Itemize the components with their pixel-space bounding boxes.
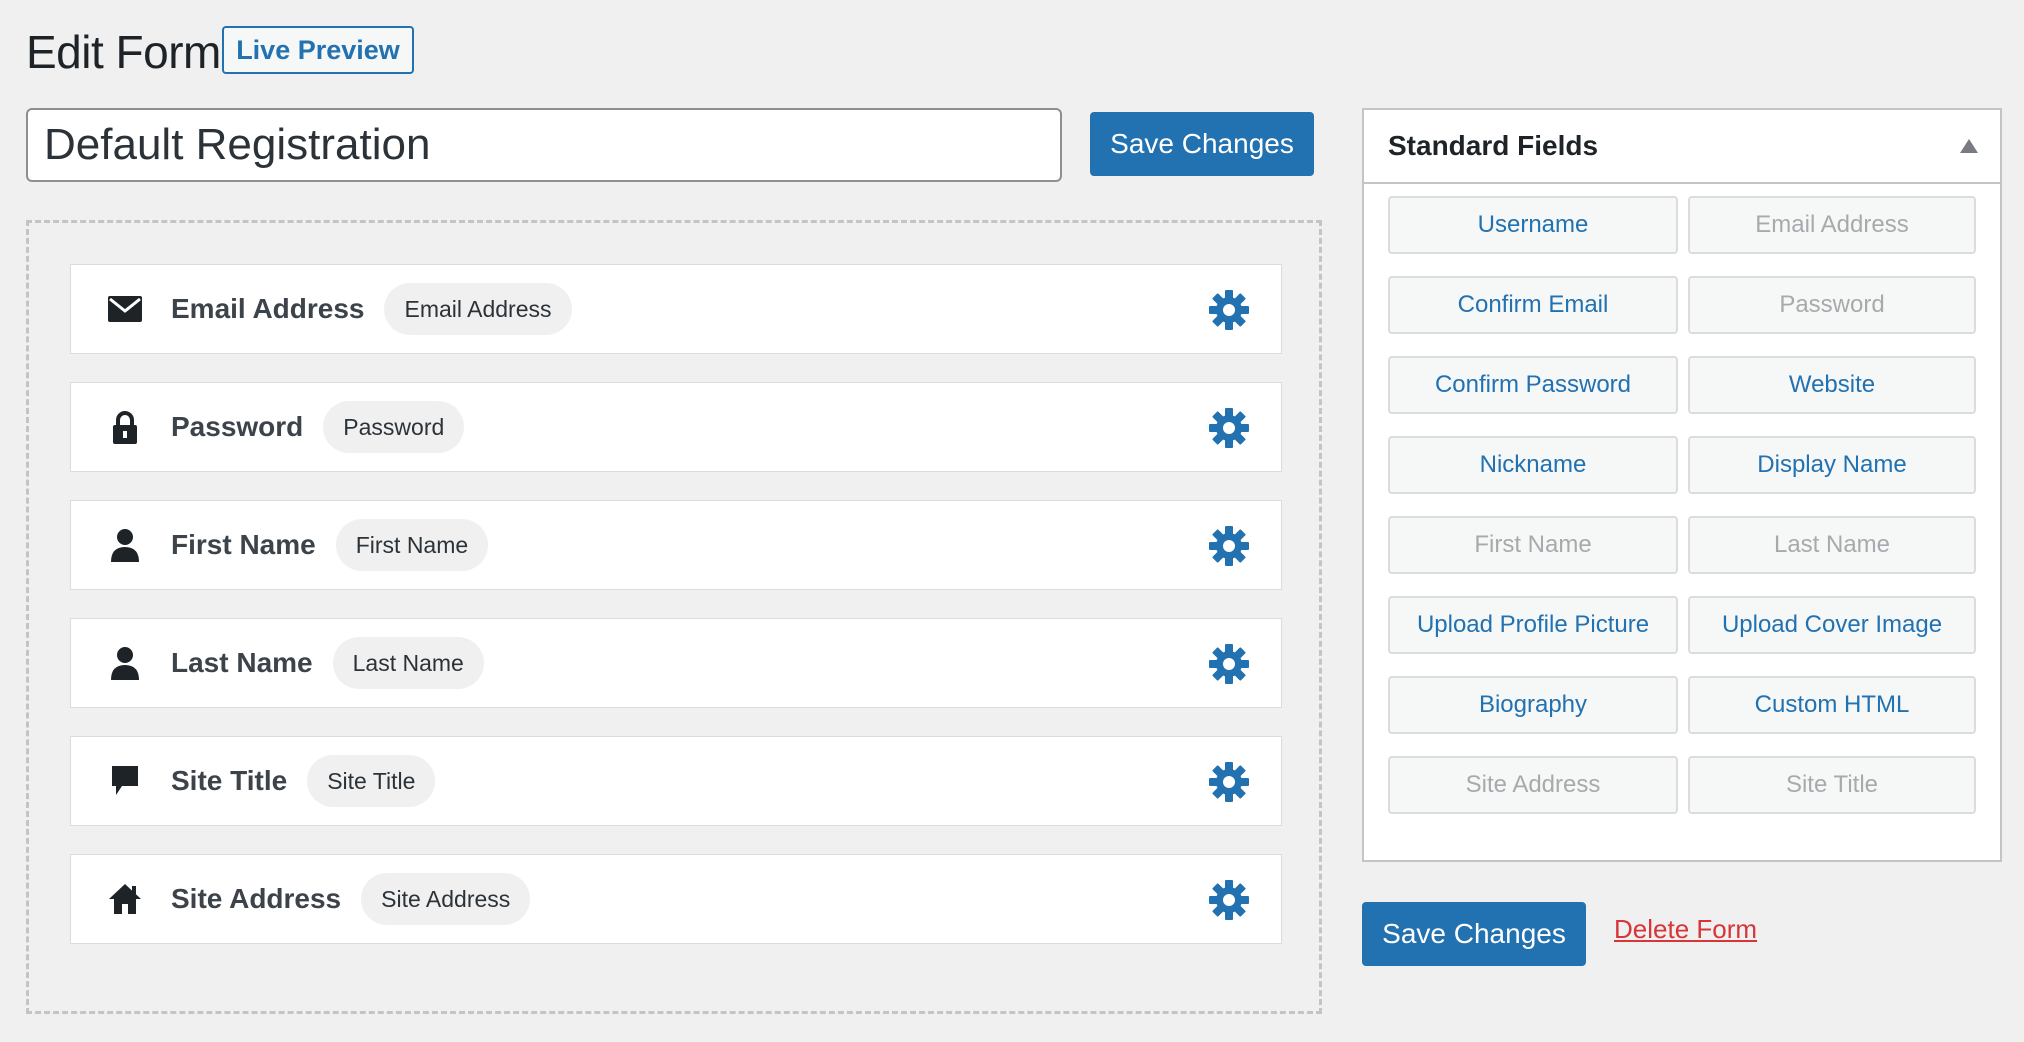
add-field-biography[interactable]: Biography [1388, 676, 1678, 734]
add-field-last-name: Last Name [1688, 516, 1976, 574]
collapse-arrow-icon[interactable] [1960, 139, 1978, 153]
standard-fields-header[interactable]: Standard Fields [1364, 110, 2000, 184]
add-field-custom-html[interactable]: Custom HTML [1688, 676, 1976, 734]
field-label: Site Title [171, 765, 288, 796]
form-field-row-password[interactable]: Password Password [70, 382, 1282, 472]
save-changes-button-bottom[interactable]: Save Changes [1362, 902, 1586, 966]
page-title: Edit Form [26, 26, 221, 78]
add-field-site-address: Site Address [1388, 756, 1678, 814]
user-icon [105, 525, 145, 565]
gear-icon[interactable] [1207, 642, 1251, 686]
field-label: Password [171, 411, 304, 442]
gear-icon[interactable] [1207, 524, 1251, 568]
lock-icon [105, 407, 145, 447]
field-tag: Email Address [384, 283, 572, 335]
add-field-upload-cover-image[interactable]: Upload Cover Image [1688, 596, 1976, 654]
field-tag: Site Title [307, 755, 436, 807]
field-label: First Name [171, 529, 316, 560]
field-label: Email Address [171, 293, 365, 324]
gear-icon[interactable] [1207, 878, 1251, 922]
form-field-row-last-name[interactable]: Last Name Last Name [70, 618, 1282, 708]
add-field-confirm-password[interactable]: Confirm Password [1388, 356, 1678, 414]
form-field-row-site-address[interactable]: Site Address Site Address [70, 854, 1282, 944]
field-tag: Site Address [361, 873, 531, 925]
field-tag: First Name [335, 519, 489, 571]
user-icon [105, 643, 145, 683]
add-field-password: Password [1688, 276, 1976, 334]
add-field-site-title: Site Title [1688, 756, 1976, 814]
gear-icon[interactable] [1207, 288, 1251, 332]
speech-bubble-icon [105, 761, 145, 801]
home-icon [105, 879, 145, 919]
field-tag: Last Name [332, 637, 484, 689]
add-field-first-name: First Name [1388, 516, 1678, 574]
save-changes-button-top[interactable]: Save Changes [1090, 112, 1314, 176]
add-field-username[interactable]: Username [1388, 196, 1678, 254]
delete-form-link[interactable]: Delete Form [1614, 914, 1757, 945]
form-field-row-site-title[interactable]: Site Title Site Title [70, 736, 1282, 826]
envelope-icon [105, 289, 145, 329]
form-field-row-first-name[interactable]: First Name First Name [70, 500, 1282, 590]
form-field-row-email[interactable]: Email Address Email Address [70, 264, 1282, 354]
gear-icon[interactable] [1207, 406, 1251, 450]
gear-icon[interactable] [1207, 760, 1251, 804]
panel-title: Standard Fields [1388, 130, 1599, 161]
add-field-email-address: Email Address [1688, 196, 1976, 254]
add-field-confirm-email[interactable]: Confirm Email [1388, 276, 1678, 334]
field-label: Last Name [171, 647, 313, 678]
add-field-upload-profile-picture[interactable]: Upload Profile Picture [1388, 596, 1678, 654]
add-field-nickname[interactable]: Nickname [1388, 436, 1678, 494]
live-preview-button[interactable]: Live Preview [222, 26, 414, 74]
form-name-input[interactable] [26, 108, 1062, 182]
add-field-display-name[interactable]: Display Name [1688, 436, 1976, 494]
field-tag: Password [323, 401, 465, 453]
add-field-website[interactable]: Website [1688, 356, 1976, 414]
field-label: Site Address [171, 883, 342, 914]
standard-fields-grid: Username Email Address Confirm Email Pas… [1388, 196, 1976, 814]
standard-fields-panel: Standard Fields Username Email Address C… [1362, 108, 2002, 862]
